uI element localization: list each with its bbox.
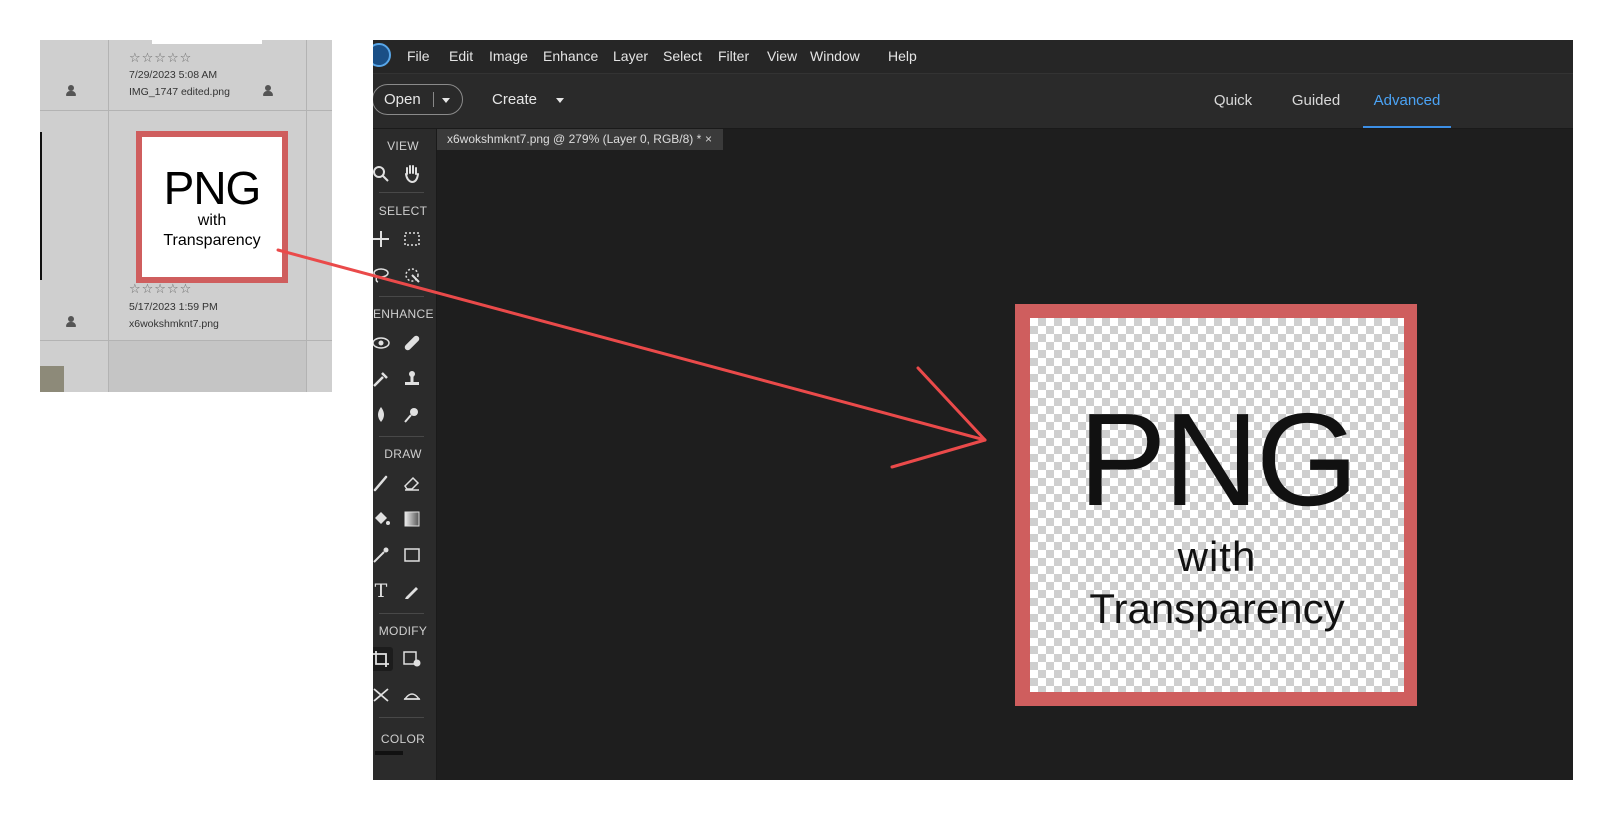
tool-divider <box>379 613 424 614</box>
zoom-icon[interactable] <box>373 162 393 186</box>
grid-cell <box>109 341 306 392</box>
tool-divider <box>379 192 424 193</box>
rectangle-shape-icon[interactable] <box>400 543 424 567</box>
editor-window: File Edit Image Enhance Layer Select Fil… <box>373 40 1573 780</box>
item-filename: x6wokshmknt7.png <box>129 318 219 330</box>
thumbnail-text-with: with <box>197 212 227 229</box>
eye-icon[interactable] <box>373 331 393 355</box>
person-icon[interactable] <box>262 85 274 97</box>
open-dropdown-chevron-icon[interactable] <box>442 98 450 103</box>
menu-file[interactable]: File <box>407 40 430 73</box>
tool-divider <box>379 436 424 437</box>
straighten-icon[interactable] <box>400 683 424 707</box>
marquee-icon[interactable] <box>400 227 424 251</box>
eyedropper-icon[interactable] <box>373 543 393 567</box>
clone-stamp-icon[interactable] <box>400 367 424 391</box>
rating-stars[interactable]: ☆☆☆☆☆ <box>129 52 192 66</box>
menu-filter[interactable]: Filter <box>718 40 749 73</box>
neighbor-thumbnail[interactable] <box>40 366 64 392</box>
type-icon[interactable]: T <box>373 579 393 603</box>
item-date: 5/17/2023 1:59 PM <box>129 301 218 313</box>
thumbnail-text-png: PNG <box>163 162 262 214</box>
create-dropdown-chevron-icon[interactable] <box>556 98 564 103</box>
document-tab[interactable]: x6wokshmknt7.png @ 279% (Layer 0, RGB/8)… <box>437 129 723 150</box>
section-draw: DRAW <box>384 447 422 461</box>
grid-divider <box>40 110 332 111</box>
tab-guided[interactable]: Guided <box>1283 74 1349 128</box>
tab-quick[interactable]: Quick <box>1203 74 1263 128</box>
canvas-border: PNG with Transparency <box>1015 304 1417 706</box>
sponge-icon[interactable] <box>400 403 424 427</box>
hand-icon[interactable] <box>400 162 424 186</box>
menu-image[interactable]: Image <box>489 40 528 73</box>
section-enhance: ENHANCE <box>373 307 434 321</box>
menu-enhance[interactable]: Enhance <box>543 40 598 73</box>
lasso-icon[interactable] <box>373 263 393 287</box>
crop-icon[interactable] <box>373 647 393 671</box>
content-aware-move-icon[interactable] <box>373 683 393 707</box>
menu-window[interactable]: Window <box>810 40 860 73</box>
menu-layer[interactable]: Layer <box>613 40 648 73</box>
gradient-icon[interactable] <box>400 507 424 531</box>
paint-bucket-icon[interactable] <box>373 507 393 531</box>
tool-divider <box>379 717 424 718</box>
top-toolbar: Open Create Quick Guided Advanced <box>373 74 1573 129</box>
move-icon[interactable] <box>373 227 393 251</box>
canvas-text-png: PNG <box>1078 386 1358 533</box>
person-icon[interactable] <box>65 85 77 97</box>
document-title: x6wokshmknt7.png @ 279% (Layer 0, RGB/8)… <box>447 132 702 146</box>
menu-help[interactable]: Help <box>888 40 917 73</box>
menu-view[interactable]: View <box>767 40 797 73</box>
section-select: SELECT <box>378 204 428 218</box>
tool-divider <box>379 296 424 297</box>
menu-select[interactable]: Select <box>663 40 702 73</box>
image-canvas[interactable]: PNG with Transparency <box>1030 318 1404 692</box>
item-filename: IMG_1747 edited.png <box>129 86 230 98</box>
section-color: COLOR <box>380 732 426 746</box>
foreground-color-swatch[interactable] <box>375 751 403 755</box>
open-label: Open <box>384 91 421 108</box>
app-logo-icon <box>373 43 391 67</box>
menu-edit[interactable]: Edit <box>449 40 473 73</box>
healing-brush-icon[interactable] <box>400 331 424 355</box>
smart-brush-icon[interactable] <box>373 367 393 391</box>
quick-selection-icon[interactable] <box>400 263 424 287</box>
eraser-icon[interactable] <box>400 471 424 495</box>
recompose-icon[interactable] <box>400 647 424 671</box>
previous-thumbnail-edge[interactable] <box>152 40 262 44</box>
tools-panel: VIEW SELECT ENHANCE DRAW T MODIFY COLOR <box>373 129 437 780</box>
canvas-text-with: with <box>1177 533 1257 580</box>
pencil-icon[interactable] <box>400 579 424 603</box>
close-icon[interactable]: × <box>705 129 712 150</box>
section-modify: MODIFY <box>378 624 428 638</box>
thumbnail-text-transparency: Transparency <box>163 232 261 249</box>
neighbor-thumbnail-edge[interactable] <box>40 132 42 280</box>
person-icon[interactable] <box>65 316 77 328</box>
item-date: 7/29/2023 5:08 AM <box>129 69 218 81</box>
section-view: VIEW <box>387 139 419 153</box>
thumbnail-selected[interactable]: PNG with Transparency <box>136 131 288 283</box>
canvas-text-transparency: Transparency <box>1089 585 1345 632</box>
rating-stars[interactable]: ☆☆☆☆☆ <box>129 283 192 297</box>
open-separator <box>433 92 434 107</box>
create-button[interactable]: Create <box>492 85 537 114</box>
organizer-panel: ☆☆☆☆☆ 7/29/2023 5:08 AM IMG_1747 edited.… <box>40 40 332 392</box>
brush-icon[interactable] <box>373 471 393 495</box>
blur-icon[interactable] <box>373 403 393 427</box>
menu-bar: File Edit Image Enhance Layer Select Fil… <box>373 40 1573 74</box>
tab-advanced[interactable]: Advanced <box>1363 74 1451 128</box>
open-button[interactable]: Open <box>373 84 463 115</box>
